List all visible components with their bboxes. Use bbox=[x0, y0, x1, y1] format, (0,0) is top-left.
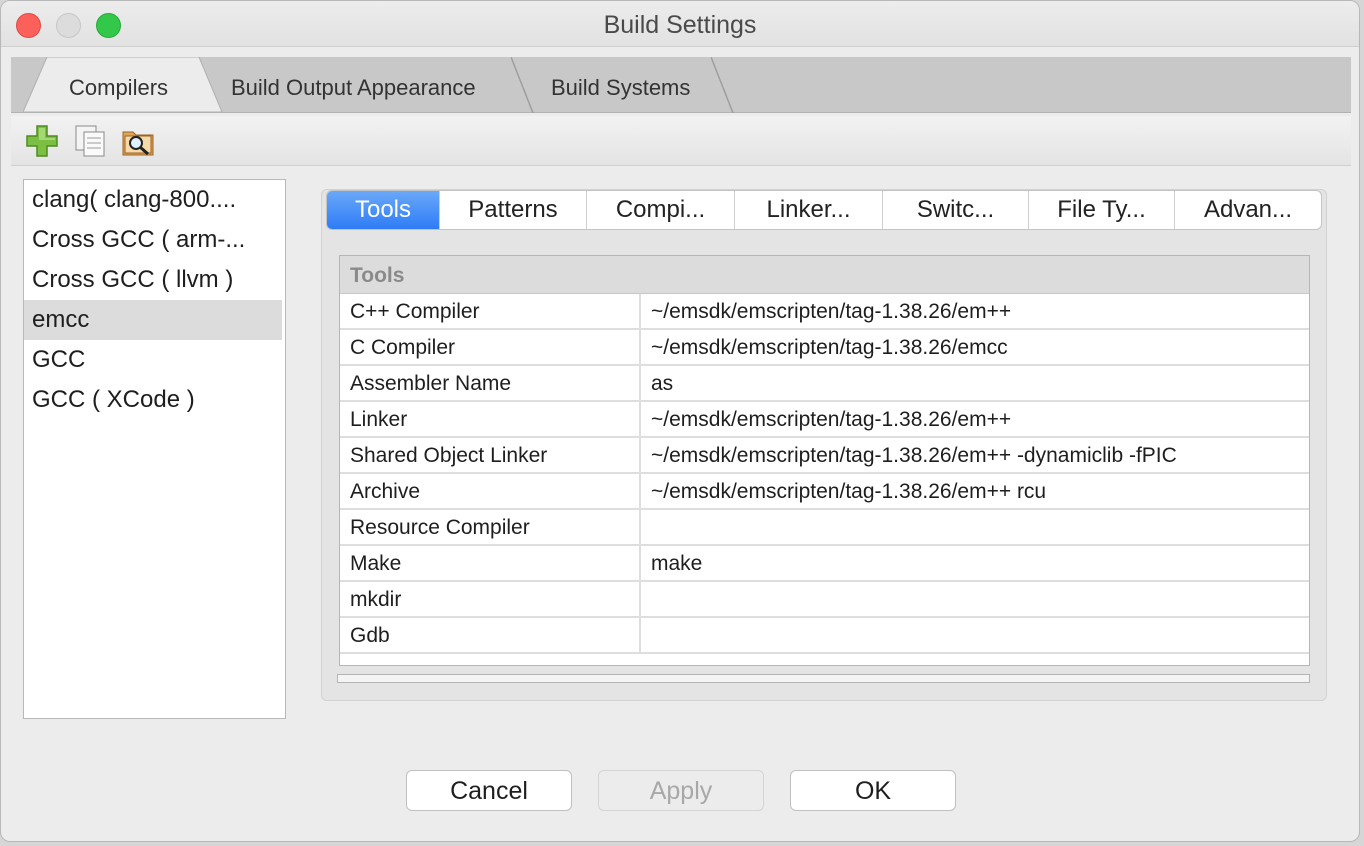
tool-value[interactable]: ~/emsdk/emscripten/tag-1.38.26/em++ -dyn… bbox=[641, 438, 1309, 472]
tool-name: C++ Compiler bbox=[340, 294, 641, 328]
tab-separator bbox=[711, 57, 734, 113]
build-settings-window: Build Settings Compilers Build Output Ap… bbox=[0, 0, 1360, 842]
tab-build-output-appearance[interactable]: Build Output Appearance bbox=[201, 57, 541, 113]
apply-button[interactable]: Apply bbox=[598, 770, 764, 811]
window-title: Build Settings bbox=[603, 11, 757, 39]
table-row[interactable]: Assembler Name as bbox=[340, 366, 1309, 402]
compiler-item[interactable]: Cross GCC ( arm-... bbox=[24, 220, 285, 260]
compiler-item[interactable]: Cross GCC ( llvm ) bbox=[24, 260, 285, 300]
find-icon[interactable] bbox=[121, 124, 155, 158]
subtab-linker[interactable]: Linker... bbox=[735, 191, 883, 229]
tool-value[interactable]: make bbox=[641, 546, 1309, 580]
subtab-switches[interactable]: Switc... bbox=[883, 191, 1029, 229]
tool-name: Assembler Name bbox=[340, 366, 641, 400]
tool-value[interactable]: ~/emsdk/emscripten/tag-1.38.26/em++ rcu bbox=[641, 474, 1309, 508]
compiler-item-selected[interactable]: emcc bbox=[24, 300, 282, 340]
top-tab-strip: Compilers Build Output Appearance Build … bbox=[11, 57, 1351, 113]
tool-value[interactable]: as bbox=[641, 366, 1309, 400]
table-row[interactable]: Make make bbox=[340, 546, 1309, 582]
subtab-tools[interactable]: Tools bbox=[327, 191, 440, 229]
compiler-item[interactable]: clang( clang-800.... bbox=[24, 180, 285, 220]
tool-value[interactable]: ~/emsdk/emscripten/tag-1.38.26/em++ bbox=[641, 402, 1309, 436]
compiler-toolbar bbox=[11, 116, 1351, 166]
table-row[interactable]: Resource Compiler bbox=[340, 510, 1309, 546]
table-row[interactable]: mkdir bbox=[340, 582, 1309, 618]
cancel-button[interactable]: Cancel bbox=[406, 770, 572, 811]
copy-icon[interactable] bbox=[73, 124, 107, 158]
tab-compilers-label: Compilers bbox=[69, 75, 169, 100]
tool-name: Archive bbox=[340, 474, 641, 508]
subtab-patterns[interactable]: Patterns bbox=[440, 191, 587, 229]
compiler-item[interactable]: GCC bbox=[24, 340, 285, 380]
tab-separator bbox=[511, 57, 534, 113]
table-row[interactable]: Archive ~/emsdk/emscripten/tag-1.38.26/e… bbox=[340, 474, 1309, 510]
tool-name: Linker bbox=[340, 402, 641, 436]
tool-name: Shared Object Linker bbox=[340, 438, 641, 472]
table-row[interactable]: Shared Object Linker ~/emsdk/emscripten/… bbox=[340, 438, 1309, 474]
tab-compilers[interactable]: Compilers bbox=[23, 57, 223, 113]
tools-grid: Tools C++ Compiler ~/emsdk/emscripten/ta… bbox=[339, 255, 1310, 666]
settings-subtabs: Tools Patterns Compi... Linker... Switc.… bbox=[326, 190, 1322, 230]
tool-value[interactable] bbox=[641, 618, 1309, 652]
compiler-list: clang( clang-800.... Cross GCC ( arm-...… bbox=[23, 179, 286, 719]
table-row[interactable]: C++ Compiler ~/emsdk/emscripten/tag-1.38… bbox=[340, 294, 1309, 330]
tool-value[interactable]: ~/emsdk/emscripten/tag-1.38.26/em++ bbox=[641, 294, 1309, 328]
subtab-file-types[interactable]: File Ty... bbox=[1029, 191, 1175, 229]
tool-name: Gdb bbox=[340, 618, 641, 652]
table-row[interactable]: Linker ~/emsdk/emscripten/tag-1.38.26/em… bbox=[340, 402, 1309, 438]
subtab-compiler[interactable]: Compi... bbox=[587, 191, 735, 229]
tool-value[interactable] bbox=[641, 510, 1309, 544]
add-icon[interactable] bbox=[25, 124, 59, 158]
tool-value[interactable] bbox=[641, 582, 1309, 616]
subtab-advanced[interactable]: Advan... bbox=[1175, 191, 1321, 229]
tool-value[interactable]: ~/emsdk/emscripten/tag-1.38.26/emcc bbox=[641, 330, 1309, 364]
ok-button[interactable]: OK bbox=[790, 770, 956, 811]
compiler-item[interactable]: GCC ( XCode ) bbox=[24, 380, 285, 420]
table-row[interactable]: Gdb bbox=[340, 618, 1309, 654]
tab-build-systems-label: Build Systems bbox=[551, 75, 691, 100]
horizontal-scrollbar[interactable] bbox=[337, 674, 1310, 683]
tool-name: mkdir bbox=[340, 582, 641, 616]
title-bar[interactable]: Build Settings bbox=[1, 1, 1359, 47]
tool-name: Resource Compiler bbox=[340, 510, 641, 544]
table-row[interactable]: C Compiler ~/emsdk/emscripten/tag-1.38.2… bbox=[340, 330, 1309, 366]
tools-grid-header: Tools bbox=[340, 256, 1309, 294]
tool-name: Make bbox=[340, 546, 641, 580]
tab-build-output-appearance-label: Build Output Appearance bbox=[231, 75, 476, 100]
tool-name: C Compiler bbox=[340, 330, 641, 364]
